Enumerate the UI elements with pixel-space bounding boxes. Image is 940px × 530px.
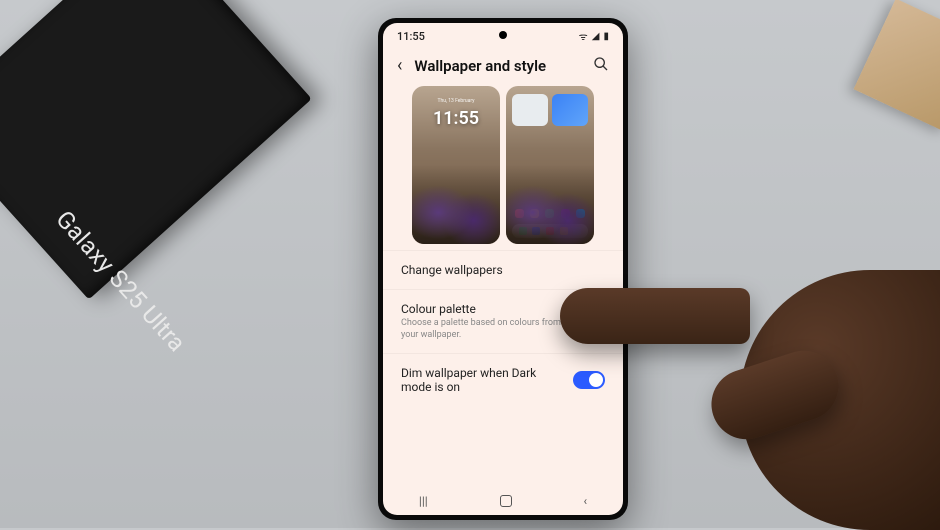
colour-palette-item[interactable]: Colour palette Choose a palette based on…	[383, 289, 623, 353]
palette-chips[interactable]	[587, 310, 605, 333]
home-app-row	[512, 209, 588, 218]
search-icon[interactable]	[593, 56, 609, 76]
wifi-icon: ᯤ	[579, 29, 588, 43]
dim-wallpaper-item: Dim wallpaper when Dark mode is on	[383, 353, 623, 406]
colour-palette-title: Colour palette	[401, 302, 575, 316]
lockscreen-preview-date: Thu, 13 February	[412, 98, 500, 104]
dim-wallpaper-toggle[interactable]	[573, 371, 605, 389]
palm	[740, 270, 940, 530]
thumb	[702, 342, 847, 449]
palette-chip-blue	[587, 310, 605, 320]
nav-home[interactable]	[500, 495, 512, 507]
signal-icon: ◢	[592, 31, 600, 42]
phone-screen: 11:55 ᯤ ◢ ▮ ‹ Wallpaper and style Thu, 1…	[383, 23, 623, 515]
lockscreen-preview-time: 11:55	[412, 108, 500, 129]
product-box: Galaxy S25 Ultra	[0, 0, 312, 300]
homescreen-preview[interactable]	[506, 86, 594, 244]
weather-widget	[512, 94, 548, 126]
status-time: 11:55	[397, 30, 425, 43]
product-box-label: Galaxy S25 Ultra	[50, 205, 191, 357]
status-icons: ᯤ ◢ ▮	[579, 29, 609, 43]
battery-icon: ▮	[603, 31, 609, 42]
android-navbar: ||| ‹	[383, 487, 623, 515]
change-wallpapers-label: Change wallpapers	[401, 263, 605, 277]
page-title: Wallpaper and style	[414, 57, 581, 75]
phone-frame: 11:55 ᯤ ◢ ▮ ‹ Wallpaper and style Thu, 1…	[378, 18, 628, 520]
colour-palette-subtitle: Choose a palette based on colours from y…	[401, 318, 575, 341]
change-wallpapers-item[interactable]: Change wallpapers	[383, 250, 623, 289]
front-camera	[499, 31, 507, 39]
nav-back[interactable]: ‹	[583, 494, 587, 508]
app-header: ‹ Wallpaper and style	[383, 49, 623, 86]
calendar-widget	[552, 94, 588, 126]
home-dock	[512, 224, 588, 238]
lockscreen-preview[interactable]: Thu, 13 February 11:55	[412, 86, 500, 244]
wallpaper-previews: Thu, 13 February 11:55	[383, 86, 623, 250]
dim-wallpaper-title: Dim wallpaper when Dark mode is on	[401, 366, 561, 394]
wooden-block	[854, 0, 940, 131]
home-widgets	[512, 94, 588, 126]
nav-recents[interactable]: |||	[419, 494, 428, 508]
palette-chip-black	[587, 323, 605, 333]
back-icon[interactable]: ‹	[397, 55, 402, 76]
